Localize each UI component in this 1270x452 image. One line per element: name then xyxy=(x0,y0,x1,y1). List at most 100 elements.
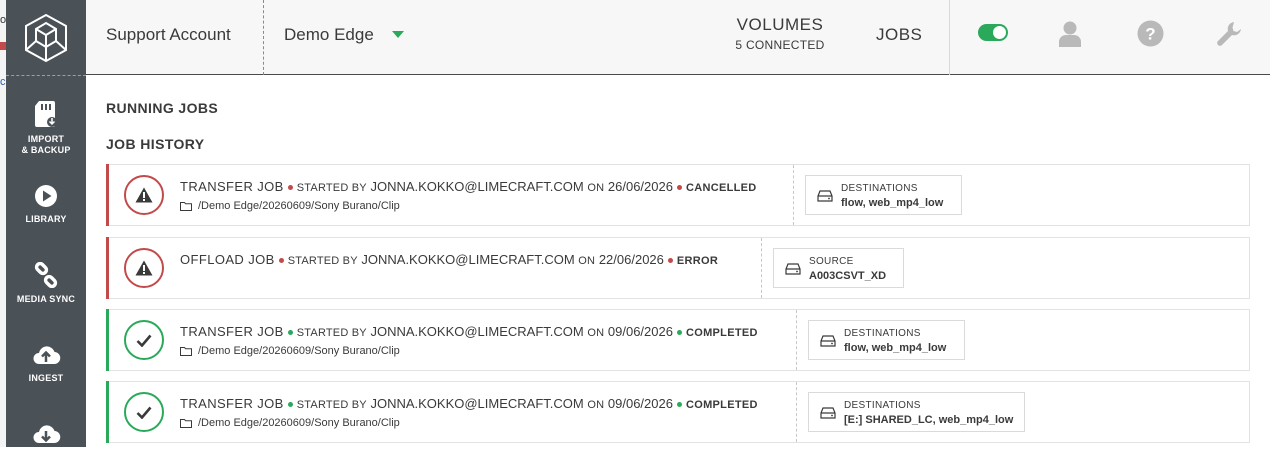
cloud-download-icon xyxy=(33,425,61,444)
header-divider xyxy=(263,0,264,75)
job-user: JONNA.KOKKO@LIMECRAFT.COM xyxy=(361,252,575,267)
folder-icon xyxy=(180,347,192,356)
job-history-title: JOB HISTORY xyxy=(106,136,205,152)
card-divider xyxy=(793,165,794,225)
job-date: 09/06/2026 xyxy=(607,396,673,411)
status-stripe xyxy=(106,237,109,299)
job-card[interactable]: TRANSFER JOB STARTED BY JONNA.KOKKO@LIMEC… xyxy=(106,381,1250,443)
card-divider xyxy=(796,310,797,370)
jobs-panel: RUNNING JOBS JOB HISTORY TRANSFER JOB STA… xyxy=(86,76,1270,447)
folder-icon xyxy=(180,419,192,428)
job-summary: OFFLOAD JOB STARTED BY JONNA.KOKKO@LIMECR… xyxy=(180,252,718,267)
job-date: 22/06/2026 xyxy=(598,252,664,267)
job-card[interactable]: TRANSFER JOB STARTED BY JONNA.KOKKO@LIMEC… xyxy=(106,309,1250,371)
volumes-link[interactable]: VOLUMES 5 CONNECTED xyxy=(734,15,826,52)
destinations-box: DESTINATIONS flow, web_mp4_low xyxy=(805,175,962,215)
sidebar: IMPORT & BACKUP LIBRARY MEDIA SYNC INGES… xyxy=(6,0,86,447)
sd-card-icon xyxy=(35,101,57,127)
hard-drive-icon xyxy=(820,335,836,347)
job-path-text: /Demo Edge/20260609/Sony Burano/Clip xyxy=(198,345,400,357)
cloud-upload-icon xyxy=(33,346,61,365)
header-actions: ? xyxy=(949,0,1270,75)
job-type: OFFLOAD JOB xyxy=(180,252,275,267)
source-box: SOURCE A003CSVT_XD xyxy=(773,248,904,288)
user-icon[interactable] xyxy=(1058,20,1082,48)
job-type: TRANSFER JOB xyxy=(180,396,284,411)
sidebar-item-label: MEDIA SYNC xyxy=(16,294,76,304)
on-label: ON xyxy=(587,182,605,194)
hard-drive-icon xyxy=(817,190,833,202)
started-by-label: STARTED BY xyxy=(296,327,367,339)
status-dot xyxy=(287,330,293,336)
top-bar: Support Account Demo Edge VOLUMES 5 CONN… xyxy=(86,0,1270,75)
svg-text:?: ? xyxy=(1145,25,1155,44)
destinations-label: DESTINATIONS xyxy=(841,183,918,194)
on-label: ON xyxy=(578,255,596,267)
job-user: JONNA.KOKKO@LIMECRAFT.COM xyxy=(370,179,584,194)
status-stripe xyxy=(106,164,109,226)
job-status: CANCELLED xyxy=(685,182,757,194)
app-logo[interactable] xyxy=(6,0,86,75)
status-dot xyxy=(676,185,682,191)
card-divider xyxy=(761,238,762,298)
sidebar-item-label: LIBRARY xyxy=(25,214,67,224)
job-summary: TRANSFER JOB STARTED BY JONNA.KOKKO@LIMEC… xyxy=(180,324,758,339)
status-dot xyxy=(667,258,673,264)
sidebar-item-label: INGEST xyxy=(28,373,64,383)
hard-drive-icon xyxy=(820,407,836,419)
chevron-down-icon xyxy=(392,31,404,38)
job-date: 26/06/2026 xyxy=(607,179,673,194)
status-stripe xyxy=(106,381,109,443)
sidebar-item-import-backup[interactable]: IMPORT & BACKUP xyxy=(6,100,86,156)
destinations-label: DESTINATIONS xyxy=(844,400,921,411)
destinations-value: [E:] SHARED_LC, web_mp4_low xyxy=(844,414,1014,426)
status-dot xyxy=(278,258,284,264)
sidebar-item-ingest[interactable]: INGEST xyxy=(6,343,86,384)
account-name[interactable]: Support Account xyxy=(106,25,231,45)
job-path-text: /Demo Edge/20260609/Sony Burano/Clip xyxy=(198,200,400,212)
sidebar-item-library[interactable]: LIBRARY xyxy=(6,184,86,225)
status-dot xyxy=(287,185,293,191)
destinations-value: flow, web_mp4_low xyxy=(841,197,944,209)
sidebar-item-download[interactable] xyxy=(6,422,86,452)
destinations-label: DESTINATIONS xyxy=(844,328,921,339)
sidebar-item-label: IMPORT & BACKUP xyxy=(21,134,71,155)
destinations-box: DESTINATIONS flow, web_mp4_low xyxy=(808,320,965,360)
job-date: 09/06/2026 xyxy=(607,324,673,339)
job-path: /Demo Edge/20260609/Sony Burano/Clip xyxy=(180,200,400,212)
job-card[interactable]: OFFLOAD JOB STARTED BY JONNA.KOKKO@LIMECR… xyxy=(106,237,1250,299)
toggle-knob xyxy=(993,26,1006,39)
wrench-icon[interactable] xyxy=(1216,20,1243,47)
online-toggle[interactable] xyxy=(978,24,1008,41)
warning-icon xyxy=(135,260,153,276)
status-stripe xyxy=(106,309,109,371)
job-status: COMPLETED xyxy=(685,327,758,339)
play-icon xyxy=(35,185,57,207)
checkmark-icon xyxy=(136,406,152,419)
job-type: TRANSFER JOB xyxy=(180,324,284,339)
card-divider xyxy=(796,382,797,442)
job-summary: TRANSFER JOB STARTED BY JONNA.KOKKO@LIMEC… xyxy=(180,396,758,411)
started-by-label: STARTED BY xyxy=(296,399,367,411)
job-type: TRANSFER JOB xyxy=(180,179,284,194)
jobs-link[interactable]: JOBS xyxy=(876,25,922,45)
started-by-label: STARTED BY xyxy=(287,255,358,267)
status-circle xyxy=(124,175,164,215)
status-circle xyxy=(124,248,164,288)
job-summary: TRANSFER JOB STARTED BY JONNA.KOKKO@LIMEC… xyxy=(180,179,757,194)
sidebar-item-media-sync[interactable]: MEDIA SYNC xyxy=(6,262,86,305)
help-icon[interactable]: ? xyxy=(1137,20,1164,47)
status-dot xyxy=(676,402,682,408)
job-path-text: /Demo Edge/20260609/Sony Burano/Clip xyxy=(198,417,400,429)
job-user: JONNA.KOKKO@LIMECRAFT.COM xyxy=(370,396,584,411)
job-card[interactable]: TRANSFER JOB STARTED BY JONNA.KOKKO@LIMEC… xyxy=(106,164,1250,226)
status-circle xyxy=(124,320,164,360)
running-jobs-title: RUNNING JOBS xyxy=(106,100,219,116)
job-path: /Demo Edge/20260609/Sony Burano/Clip xyxy=(180,417,400,429)
source-label: SOURCE xyxy=(809,256,854,267)
folder-icon xyxy=(180,202,192,211)
job-status: COMPLETED xyxy=(685,399,758,411)
destinations-box: DESTINATIONS [E:] SHARED_LC, web_mp4_low xyxy=(808,392,1025,432)
volumes-count: 5 CONNECTED xyxy=(735,38,825,52)
job-status: ERROR xyxy=(676,255,719,267)
